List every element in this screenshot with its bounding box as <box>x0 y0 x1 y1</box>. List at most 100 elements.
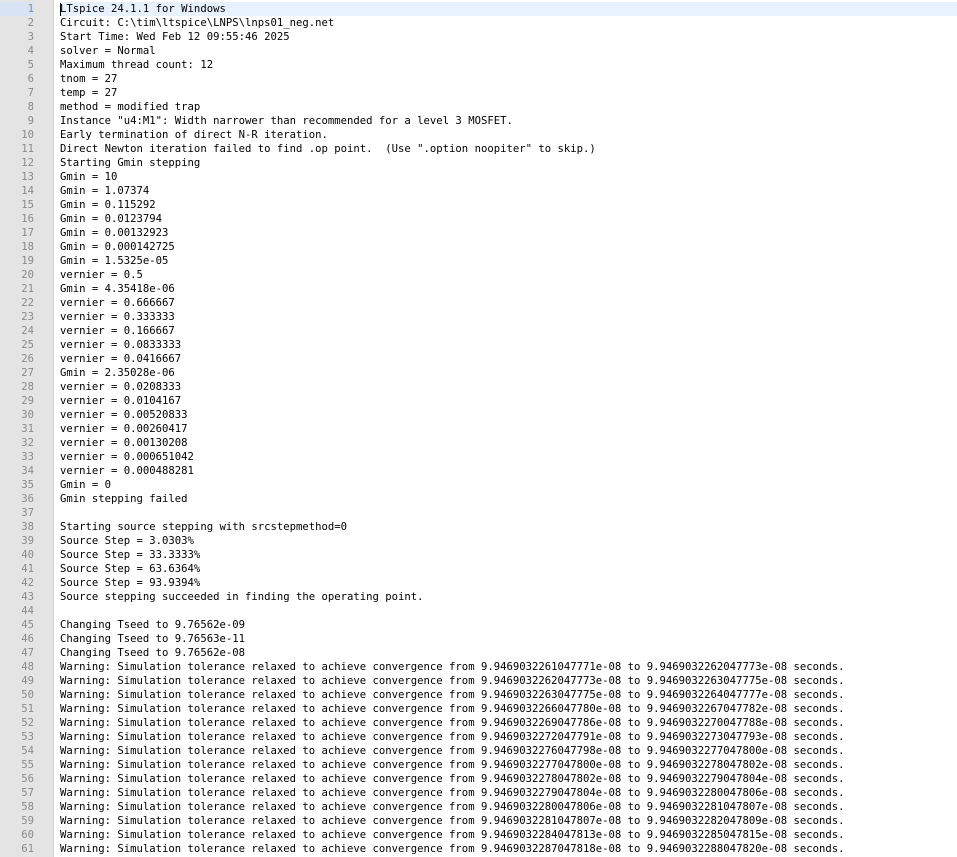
log-line: 49 Warning: Simulation tolerance relaxed … <box>0 674 957 688</box>
log-line-text: Gmin = 0.0123794 <box>60 213 163 225</box>
log-line-text: vernier = 0.0208333 <box>60 381 182 393</box>
log-line: 9 Instance "u4:M1": Width narrower than r… <box>0 114 957 128</box>
log-line: 53 Warning: Simulation tolerance relaxed … <box>0 730 957 744</box>
gutter-spacer <box>34 422 60 436</box>
log-line: 44 <box>0 604 957 618</box>
log-line-text: Changing Tseed to 9.76563e-11 <box>60 633 245 645</box>
log-line: 52 Warning: Simulation tolerance relaxed … <box>0 716 957 730</box>
line-number: 52 <box>21 717 34 729</box>
log-editor[interactable]: 1 LTspice 24.1.1 for Windows 2 Circuit: C:\… <box>0 0 957 857</box>
log-line-text: Changing Tseed to 9.76562e-09 <box>60 619 245 631</box>
log-line: 5 Maximum thread count: 12 <box>0 58 957 72</box>
gutter-spacer <box>34 758 60 772</box>
gutter-spacer <box>34 492 60 506</box>
log-line-text: vernier = 0.5 <box>60 269 143 281</box>
line-number: 35 <box>21 479 34 491</box>
line-number: 25 <box>21 339 34 351</box>
log-line: 34 vernier = 0.000488281 <box>0 464 957 478</box>
line-number: 26 <box>21 353 34 365</box>
gutter-spacer <box>34 338 60 352</box>
log-line: 28 vernier = 0.0208333 <box>0 380 957 394</box>
log-line-text: vernier = 0.0104167 <box>60 395 182 407</box>
log-line: 47 Changing Tseed to 9.76562e-08 <box>0 646 957 660</box>
log-line: 18 Gmin = 0.000142725 <box>0 240 957 254</box>
line-number: 1 <box>0 2 34 16</box>
log-line: 20 vernier = 0.5 <box>0 268 957 282</box>
gutter-spacer <box>34 576 60 590</box>
log-text-area[interactable]: 1 LTspice 24.1.1 for Windows 2 Circuit: C:\… <box>0 2 957 856</box>
log-line: 50 Warning: Simulation tolerance relaxed … <box>0 688 957 702</box>
line-number: 8 <box>27 101 34 113</box>
log-line-text: Direct Newton iteration failed to find .… <box>60 143 596 155</box>
gutter-spacer <box>34 184 60 198</box>
line-number: 12 <box>21 157 34 169</box>
gutter-spacer <box>34 646 60 660</box>
log-line-text: Gmin = 10 <box>60 171 118 183</box>
gutter-spacer <box>34 506 60 520</box>
log-line-text: Circuit: C:\tim\ltspice\LNPS\lnps01_neg.… <box>60 17 335 29</box>
line-number: 54 <box>21 745 34 757</box>
line-number: 28 <box>21 381 34 393</box>
gutter-spacer <box>34 688 60 702</box>
log-line: 45 Changing Tseed to 9.76562e-09 <box>0 618 957 632</box>
log-line: 38 Starting source stepping with srcstepm… <box>0 520 957 534</box>
log-line-text: Warning: Simulation tolerance relaxed to… <box>60 731 845 743</box>
line-number: 31 <box>21 423 34 435</box>
line-number: 49 <box>21 675 34 687</box>
gutter-spacer <box>34 744 60 758</box>
log-line-text: Warning: Simulation tolerance relaxed to… <box>60 843 845 855</box>
gutter-spacer <box>34 828 60 842</box>
line-number: 38 <box>21 521 34 533</box>
gutter-spacer <box>34 352 60 366</box>
gutter-spacer <box>34 58 60 72</box>
log-line-text: Warning: Simulation tolerance relaxed to… <box>60 703 845 715</box>
log-line-text: Gmin = 0 <box>60 479 112 491</box>
line-number: 16 <box>21 213 34 225</box>
log-line: 46 Changing Tseed to 9.76563e-11 <box>0 632 957 646</box>
line-number: 14 <box>21 185 34 197</box>
line-number: 10 <box>21 129 34 141</box>
log-line-text: solver = Normal <box>60 45 156 57</box>
gutter-spacer <box>34 198 60 212</box>
line-number: 44 <box>21 605 34 617</box>
log-line: 14 Gmin = 1.07374 <box>0 184 957 198</box>
line-number: 5 <box>27 59 34 71</box>
gutter-spacer <box>34 562 60 576</box>
log-line-text: vernier = 0.00260417 <box>60 423 188 435</box>
gutter-spacer <box>34 30 60 44</box>
line-number: 42 <box>21 577 34 589</box>
log-line-text: Gmin = 1.5325e-05 <box>60 255 169 267</box>
gutter-spacer <box>34 324 60 338</box>
gutter-spacer <box>34 632 60 646</box>
line-number: 21 <box>21 283 34 295</box>
text-caret <box>60 3 61 16</box>
log-line: 12 Starting Gmin stepping <box>0 156 957 170</box>
gutter-spacer <box>34 800 60 814</box>
log-line-text: Warning: Simulation tolerance relaxed to… <box>60 689 845 701</box>
log-line-text: Source stepping succeeded in finding the… <box>60 591 424 603</box>
line-number: 39 <box>21 535 34 547</box>
gutter-spacer <box>34 660 60 674</box>
line-number: 55 <box>21 759 34 771</box>
log-line-text: vernier = 0.00130208 <box>60 437 188 449</box>
gutter-spacer <box>34 86 60 100</box>
log-line-text: Gmin = 2.35028e-06 <box>60 367 175 379</box>
gutter-spacer <box>34 254 60 268</box>
log-line: 2 Circuit: C:\tim\ltspice\LNPS\lnps01_neg… <box>0 16 957 30</box>
log-line-text: Warning: Simulation tolerance relaxed to… <box>60 759 845 771</box>
gutter-spacer <box>34 520 60 534</box>
line-number: 61 <box>21 843 34 855</box>
gutter-spacer <box>34 366 60 380</box>
line-number: 7 <box>27 87 34 99</box>
line-number: 51 <box>21 703 34 715</box>
log-line: 3 Start Time: Wed Feb 12 09:55:46 2025 <box>0 30 957 44</box>
line-number: 6 <box>27 73 34 85</box>
line-number: 45 <box>21 619 34 631</box>
log-line-text: vernier = 0.000651042 <box>60 451 194 463</box>
log-line: 27 Gmin = 2.35028e-06 <box>0 366 957 380</box>
log-line-text: Early termination of direct N-R iteratio… <box>60 129 328 141</box>
log-line: 17 Gmin = 0.00132923 <box>0 226 957 240</box>
line-number: 60 <box>21 829 34 841</box>
line-number: 33 <box>21 451 34 463</box>
log-line: 31 vernier = 0.00260417 <box>0 422 957 436</box>
